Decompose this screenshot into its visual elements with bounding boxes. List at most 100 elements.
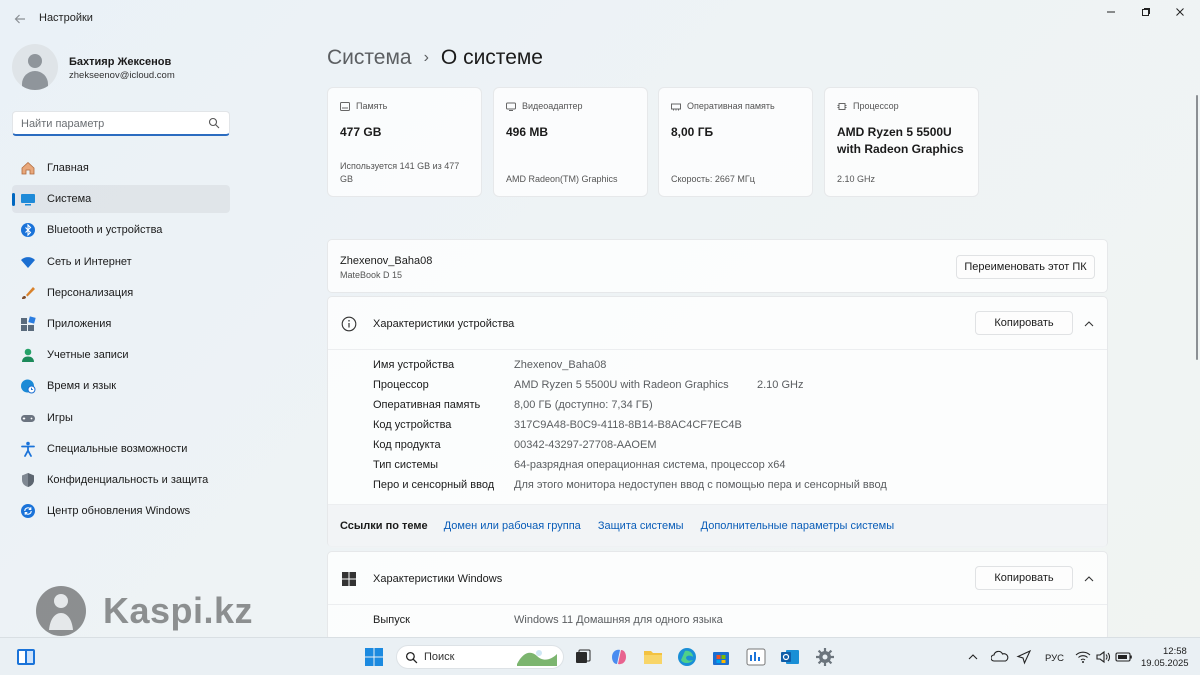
shield-icon xyxy=(22,472,34,487)
scrollbar[interactable] xyxy=(1196,95,1198,360)
breadcrumb: Система › О системе xyxy=(327,46,543,70)
back-button[interactable] xyxy=(10,9,30,29)
card-title: Видеоадаптер xyxy=(522,101,583,111)
settings-button[interactable] xyxy=(815,647,835,667)
outlook-icon xyxy=(781,650,799,664)
section-title: Характеристики Windows xyxy=(373,573,503,585)
copilot-button[interactable] xyxy=(609,647,629,667)
link-domain-workgroup[interactable]: Домен или рабочая группа xyxy=(444,520,581,532)
search-icon[interactable] xyxy=(208,117,220,129)
sidebar-item-label: Конфиденциальность и защита xyxy=(47,473,209,486)
store-icon xyxy=(713,652,729,665)
sidebar-item-privacy[interactable]: Конфиденциальность и защита xyxy=(12,466,230,494)
store-button[interactable] xyxy=(711,647,731,667)
globe-clock-icon xyxy=(21,379,36,394)
edge-button[interactable] xyxy=(677,647,697,667)
spec-label: Код продукта xyxy=(373,439,441,451)
taskbar-search-label: Поиск xyxy=(424,651,455,663)
person-icon xyxy=(22,348,34,363)
input-language[interactable]: РУС xyxy=(1045,653,1064,664)
sidebar-item-label: Специальные возможности xyxy=(47,442,188,455)
search-input[interactable] xyxy=(21,116,201,132)
link-advanced-system-settings[interactable]: Дополнительные параметры системы xyxy=(701,520,895,532)
bluetooth-icon xyxy=(21,223,35,238)
sidebar-item-home[interactable]: Главная xyxy=(12,154,230,182)
device-specs-header[interactable]: Характеристики устройства Копировать xyxy=(328,297,1107,350)
sidebar-item-accounts[interactable]: Учетные записи xyxy=(12,341,230,369)
close-button[interactable] xyxy=(1170,6,1190,22)
device-specs-panel: Характеристики устройства Копировать Имя… xyxy=(327,296,1108,548)
card-subtitle: Используется 141 GB из 477 GB xyxy=(340,161,460,184)
copy-windows-specs-button[interactable]: Копировать xyxy=(975,566,1073,590)
cpu-card[interactable]: Процессор AMD Ryzen 5 5500U with Radeon … xyxy=(824,87,979,197)
taskbar: Поиск РУС 12:58 19.05.2025 xyxy=(0,637,1200,675)
card-value: 8,00 ГБ xyxy=(671,125,714,139)
storage-card[interactable]: Память 477 GB Используется 141 GB из 477… xyxy=(327,87,482,197)
section-title: Характеристики устройства xyxy=(373,318,515,330)
file-explorer-button[interactable] xyxy=(643,647,663,667)
wifi-icon xyxy=(1075,651,1091,663)
wifi-icon xyxy=(21,256,35,268)
task-manager-button[interactable] xyxy=(746,647,766,667)
restore-button[interactable] xyxy=(1136,6,1156,22)
chevron-up-icon[interactable] xyxy=(1083,318,1095,330)
start-button[interactable] xyxy=(364,647,384,667)
sidebar-item-network[interactable]: Сеть и Интернет xyxy=(12,248,230,276)
minimize-button[interactable] xyxy=(1101,6,1121,22)
sidebar-item-gaming[interactable]: Игры xyxy=(12,404,230,432)
chevron-up-icon[interactable] xyxy=(1083,573,1095,585)
sidebar-item-system[interactable]: Система xyxy=(12,185,230,214)
sidebar-item-apps[interactable]: Приложения xyxy=(12,310,230,338)
taskbar-search[interactable]: Поиск xyxy=(396,645,564,669)
gpu-card[interactable]: Видеоадаптер 496 MB AMD Radeon(TM) Graph… xyxy=(493,87,648,197)
sidebar-item-time-language[interactable]: Время и язык xyxy=(12,372,230,400)
sidebar-item-accessibility[interactable]: Специальные возможности xyxy=(12,435,230,463)
windows-specs-header[interactable]: Характеристики Windows Копировать xyxy=(328,552,1107,605)
link-system-protection[interactable]: Защита системы xyxy=(598,520,684,532)
card-value: 477 GB xyxy=(340,125,382,139)
spec-value: Для этого монитора недоступен ввод с пом… xyxy=(514,479,887,491)
spec-label: Тип системы xyxy=(373,459,439,471)
ram-card[interactable]: Оперативная память 8,00 ГБ Скорость: 266… xyxy=(658,87,813,197)
sidebar-item-bluetooth[interactable]: Bluetooth и устройства xyxy=(12,216,230,244)
sidebar-item-windows-update[interactable]: Центр обновления Windows xyxy=(12,497,230,525)
avatar[interactable] xyxy=(12,44,58,90)
update-icon xyxy=(21,504,35,519)
volume-button[interactable] xyxy=(1095,647,1115,667)
sidebar-item-personalization[interactable]: Персонализация xyxy=(12,279,230,307)
show-hidden-icons-button[interactable] xyxy=(967,647,981,667)
sidebar-item-label: Приложения xyxy=(47,317,112,330)
outlook-button[interactable] xyxy=(780,647,800,667)
copilot-icon xyxy=(612,649,626,665)
search-box[interactable] xyxy=(12,111,230,136)
rename-pc-button[interactable]: Переименовать этот ПК xyxy=(956,255,1095,279)
widgets-button[interactable] xyxy=(16,647,36,667)
pc-model: MateBook D 15 xyxy=(340,270,403,280)
apps-icon xyxy=(21,316,36,331)
watermark-logo xyxy=(36,586,86,636)
copy-device-specs-button[interactable]: Копировать xyxy=(975,311,1073,335)
pc-name-panel: Zhexenov_Baha08 MateBook D 15 Переименов… xyxy=(327,239,1108,293)
spec-label: Процессор xyxy=(373,379,429,391)
location-button[interactable] xyxy=(1015,647,1035,667)
breadcrumb-parent[interactable]: Система xyxy=(327,46,412,69)
gamepad-icon xyxy=(21,414,35,422)
folder-icon xyxy=(644,651,662,664)
network-button[interactable] xyxy=(1075,647,1095,667)
spec-value: 64-разрядная операционная система, проце… xyxy=(514,459,786,471)
battery-button[interactable] xyxy=(1115,647,1135,667)
task-manager-icon xyxy=(746,648,766,666)
clock-date[interactable]: 19.05.2025 xyxy=(1141,658,1189,669)
spec-value: Windows 11 Домашняя для одного языка xyxy=(514,614,723,626)
spec-label: Выпуск xyxy=(373,614,410,626)
spec-label: Оперативная память xyxy=(373,399,481,411)
clock-time[interactable]: 12:58 xyxy=(1163,646,1187,657)
pc-name: Zhexenov_Baha08 xyxy=(340,255,433,267)
onedrive-button[interactable] xyxy=(990,647,1011,667)
sidebar-item-label: Учетные записи xyxy=(47,349,129,362)
accessibility-icon xyxy=(21,441,35,457)
spec-value: 00342-43297-27708-AAOEM xyxy=(514,439,657,451)
card-subtitle: 2.10 GHz xyxy=(837,174,876,184)
task-view-button[interactable] xyxy=(573,647,593,667)
ram-icon xyxy=(671,103,681,111)
